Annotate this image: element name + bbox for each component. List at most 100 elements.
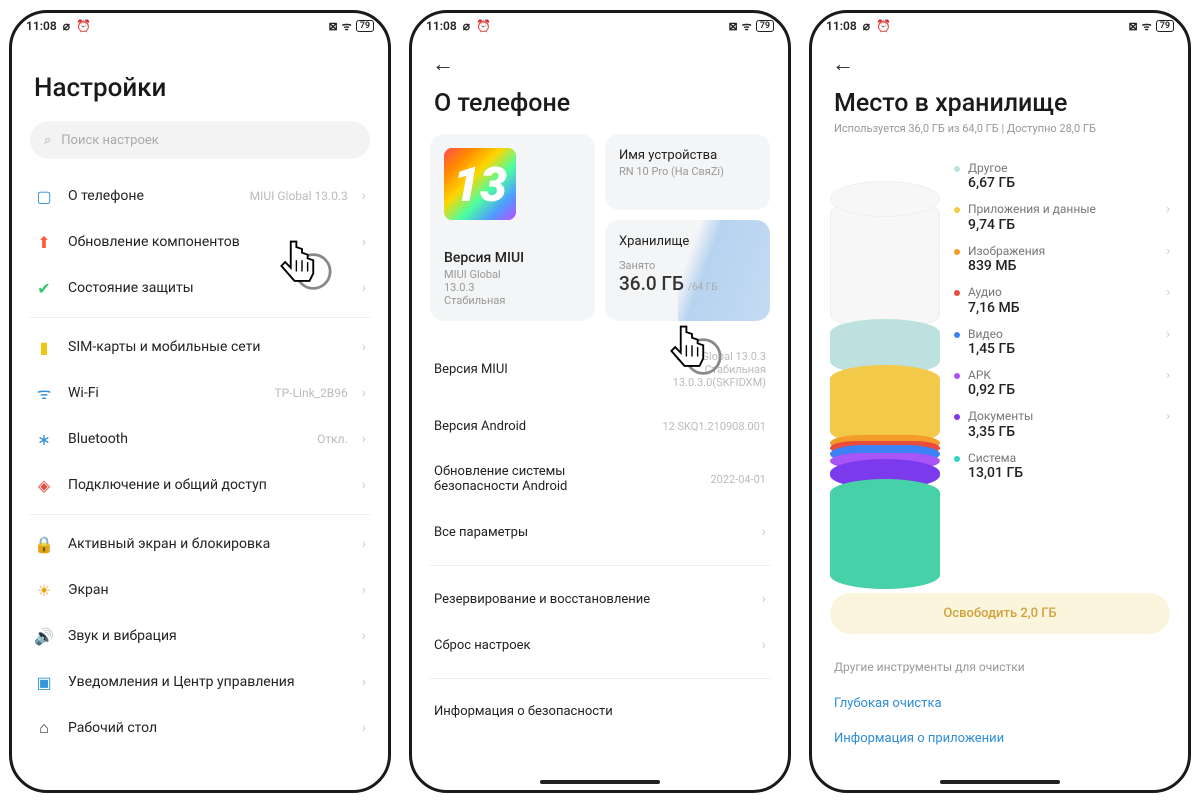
legend-item-images[interactable]: Изображения 839 МБ › <box>954 240 1170 278</box>
row-connection-sharing[interactable]: ◈ Подключение и общий доступ › <box>30 462 370 508</box>
legend-item-docs[interactable]: Документы 3,35 ГБ › <box>954 405 1170 443</box>
link-deep-clean[interactable]: Глубокая очистка <box>830 686 1170 721</box>
chevron-right-icon: › <box>362 188 366 204</box>
update-icon: ⬆ <box>34 232 54 252</box>
row-home-screen[interactable]: ⌂ Рабочий стол › <box>30 705 370 751</box>
chevron-right-icon: › <box>362 385 366 401</box>
row-label: Состояние защиты <box>68 280 348 296</box>
nav-bar <box>540 780 660 784</box>
chevron-right-icon: › <box>762 524 766 540</box>
row-label: Версия Android <box>434 419 662 434</box>
legend-dot-icon <box>954 290 960 296</box>
row-label: Резервирование и восстановление <box>434 592 754 607</box>
row-lock-screen[interactable]: 🔒 Активный экран и блокировка › <box>30 521 370 567</box>
row-bluetooth[interactable]: ∗ Bluetooth Откл. › <box>30 416 370 462</box>
legend-name: Видео <box>968 327 1162 341</box>
legend-item-apk[interactable]: APK 0,92 ГБ › <box>954 364 1170 402</box>
link-app-info[interactable]: Информация о приложении <box>830 721 1170 756</box>
legend-value: 7,16 МБ <box>968 300 1162 316</box>
row-miui-version[interactable]: Версия MIUI MIUI Global 13.0.3 Стабильна… <box>430 335 770 404</box>
battery-icon: 79 <box>756 20 774 32</box>
cyl-seg-free <box>830 199 940 329</box>
settings-group-2: ▮ SIM-карты и мобильные сети › ᯤ Wi-Fi T… <box>30 324 370 508</box>
chevron-right-icon: › <box>1166 409 1170 424</box>
used-label: Занято <box>619 259 756 272</box>
nosim-icon: ⊠ <box>728 20 737 33</box>
back-button[interactable]: ← <box>830 39 1170 83</box>
row-label: Версия MIUI <box>434 362 673 377</box>
legend-name: Приложения и данные <box>968 202 1162 216</box>
row-about-phone[interactable]: ▢ О телефоне MIUI Global 13.0.3 › <box>30 173 370 219</box>
chevron-right-icon: › <box>1166 202 1170 217</box>
row-update-components[interactable]: ⬆ Обновление компонентов › <box>30 219 370 265</box>
share-icon: ◈ <box>34 475 54 495</box>
row-wifi[interactable]: ᯤ Wi-Fi TP-Link_2B96 › <box>30 370 370 416</box>
alarm-off-icon: ⌀ <box>863 19 870 33</box>
nav-bar <box>940 780 1060 784</box>
row-display[interactable]: ☀ Экран › <box>30 567 370 613</box>
row-label: Обновление компонентов <box>68 234 348 250</box>
chevron-right-icon: › <box>762 591 766 607</box>
phone-storage: 11:08 ⌀ ⏰ ⊠ ᯤ 79 ← Место в хранилище Исп… <box>809 10 1191 793</box>
storage-cylinder <box>830 157 940 579</box>
search-input[interactable]: ⌕ Поиск настроек <box>30 121 370 159</box>
chevron-right-icon: › <box>362 582 366 598</box>
row-label: О телефоне <box>68 188 236 204</box>
card-storage[interactable]: Хранилище Занято 36.0 ГБ/64 ГБ <box>605 220 770 321</box>
sound-icon: 🔊 <box>34 626 54 646</box>
legend-name: Система <box>968 451 1170 465</box>
page-title: О телефоне <box>430 83 770 120</box>
used-value: 36.0 ГБ <box>619 272 684 295</box>
legend-value: 13,01 ГБ <box>968 465 1170 481</box>
legend-dot-icon <box>954 249 960 255</box>
row-hint: Откл. <box>317 432 348 446</box>
legend-item-system: Система 13,01 ГБ <box>954 447 1170 485</box>
battery-icon: 79 <box>356 20 374 32</box>
chevron-right-icon: › <box>362 628 366 644</box>
row-factory-reset[interactable]: Сброс настроек › <box>430 622 770 668</box>
row-label: Звук и вибрация <box>68 628 348 644</box>
separator <box>430 678 770 679</box>
chevron-right-icon: › <box>362 431 366 447</box>
chevron-right-icon: › <box>1166 285 1170 300</box>
search-icon: ⌕ <box>44 133 51 148</box>
wifi-icon: ᯤ <box>342 19 352 34</box>
legend-value: 0,92 ГБ <box>968 382 1162 398</box>
card-device-name[interactable]: Имя устройства RN 10 Pro (На СвяZi) <box>605 134 770 210</box>
row-sound[interactable]: 🔊 Звук и вибрация › <box>30 613 370 659</box>
row-sim-networks[interactable]: ▮ SIM-карты и мобильные сети › <box>30 324 370 370</box>
legend-name: Другое <box>968 161 1170 175</box>
row-android-version[interactable]: Версия Android 12 SKQ1.210908.001 <box>430 404 770 449</box>
row-security-update[interactable]: Обновление системы безопасности Android … <box>430 449 770 509</box>
row-label: Все параметры <box>434 525 754 540</box>
legend-dot-icon <box>954 414 960 420</box>
row-backup-restore[interactable]: Резервирование и восстановление › <box>430 576 770 622</box>
legend-value: 9,74 ГБ <box>968 217 1162 233</box>
row-security-info[interactable]: Информация о безопасности <box>430 689 770 734</box>
row-security-status[interactable]: ✔ Состояние защиты › <box>30 265 370 311</box>
card-title: Хранилище <box>619 234 756 249</box>
row-all-specs[interactable]: Все параметры › <box>430 509 770 555</box>
phone-settings: 11:08 ⌀ ⏰ ⊠ ᯤ 79 Настройки ⌕ Поиск настр… <box>9 10 391 793</box>
legend-dot-icon <box>954 456 960 462</box>
legend-name: Аудио <box>968 285 1162 299</box>
row-notifications[interactable]: ▣ Уведомления и Центр управления › <box>30 659 370 705</box>
row-label: Экран <box>68 582 348 598</box>
separator <box>30 317 370 318</box>
back-button[interactable]: ← <box>430 39 770 83</box>
alarm-icon: ⏰ <box>76 19 91 33</box>
free-space-button[interactable]: Освободить 2,0 ГБ <box>830 593 1170 634</box>
storage-visualization: Другое 6,67 ГБ Приложения и данные 9,74 … <box>830 157 1170 579</box>
card-miui-version[interactable]: 13 Версия MIUI MIUI Global 13.0.3 Стабил… <box>430 134 595 321</box>
legend-item-audio[interactable]: Аудио 7,16 МБ › <box>954 281 1170 319</box>
alarm-icon: ⏰ <box>876 19 891 33</box>
chevron-right-icon: › <box>362 674 366 690</box>
phone-icon: ▢ <box>34 186 54 206</box>
status-bar: 11:08 ⌀ ⏰ ⊠ ᯤ 79 <box>12 13 388 39</box>
legend-item-video[interactable]: Видео 1,45 ГБ › <box>954 323 1170 361</box>
row-label: Подключение и общий доступ <box>68 477 348 493</box>
legend-item-apps[interactable]: Приложения и данные 9,74 ГБ › <box>954 198 1170 236</box>
status-time: 11:08 <box>826 19 857 33</box>
legend-name: APK <box>968 368 1162 382</box>
miui-logo-icon: 13 <box>444 148 516 220</box>
